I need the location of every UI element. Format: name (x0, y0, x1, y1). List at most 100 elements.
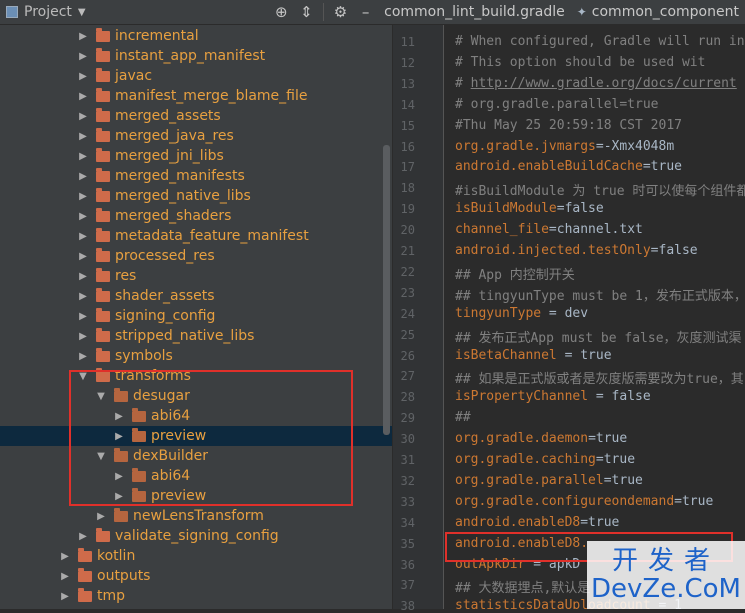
line-number: 29 (400, 411, 415, 426)
chevron-right-icon[interactable]: ▶ (78, 311, 88, 322)
comment-text: # This option should be used wit (455, 54, 706, 70)
tree-row-label: outputs (97, 568, 151, 584)
line-number: 32 (400, 473, 415, 488)
chevron-right-icon[interactable]: ▶ (78, 111, 88, 122)
chevron-right-icon[interactable]: ▶ (78, 231, 88, 242)
comment-text: ## 如果是正式版或者是灰度版需要改为true，其 (455, 372, 744, 388)
chevron-right-icon[interactable]: ▶ (60, 591, 70, 602)
tree-row[interactable]: ▶ merged_assets (0, 106, 392, 126)
tree-row[interactable]: ▶ javac (0, 66, 392, 86)
tree-row[interactable]: ▶ shader_assets (0, 286, 392, 306)
gear-icon[interactable]: ⚙ (328, 3, 353, 21)
editor-tab-common-component[interactable]: ✦ common_component (571, 0, 745, 24)
tree-row[interactable]: ▶ processed_res (0, 246, 392, 266)
chevron-right-icon[interactable]: ▶ (78, 251, 88, 262)
property-key: android.enableBuildCache (455, 159, 643, 175)
code-line[interactable]: org.gradle.configureondemand=true (455, 494, 713, 509)
chevron-right-icon[interactable]: ▶ (60, 551, 70, 562)
tree-row[interactable]: ▶ tmp (0, 586, 392, 606)
tree-row[interactable]: ▶ merged_java_res (0, 126, 392, 146)
code-line[interactable]: ## 发布正式App must be false，灰度测试渠 (455, 327, 742, 346)
folder-icon (96, 87, 110, 102)
tree-row[interactable]: ▶ merged_manifests (0, 166, 392, 186)
property-key: android.injected.testOnly (455, 243, 651, 258)
chevron-right-icon[interactable]: ▶ (78, 91, 88, 102)
chevron-right-icon[interactable]: ▶ (96, 511, 106, 522)
code-line[interactable]: ## 如果是正式版或者是灰度版需要改为true，其 (455, 368, 744, 387)
chevron-right-icon[interactable]: ▶ (78, 171, 88, 182)
chevron-right-icon[interactable]: ▶ (78, 271, 88, 282)
code-line[interactable]: android.injected.testOnly=false (455, 243, 698, 258)
code-line[interactable]: #Thu May 25 20:59:18 CST 2017 (455, 118, 682, 133)
code-line[interactable]: org.gradle.jvmargs=-Xmx4048m (455, 139, 674, 154)
tree-row[interactable]: ▶ validate_signing_config (0, 526, 392, 546)
tree-row[interactable]: ▶ instant_app_manifest (0, 46, 392, 66)
chevron-right-icon[interactable]: ▶ (78, 131, 88, 142)
property-key: org.gradle.jvmargs (455, 138, 596, 154)
folder-icon (96, 207, 110, 222)
tree-row[interactable]: ▶ merged_native_libs (0, 186, 392, 206)
tree-row[interactable]: ▶ res (0, 266, 392, 286)
tree-row[interactable]: ▶ outputs (0, 566, 392, 586)
code-line[interactable]: # When configured, Gradle will run in (455, 34, 745, 49)
folder-icon (96, 127, 110, 142)
collapse-all-icon[interactable]: ⇕ (294, 3, 319, 21)
code-line[interactable]: org.gradle.daemon=true (455, 431, 627, 446)
code-line[interactable]: # http://www.gradle.org/docs/current (455, 76, 737, 91)
tree-row[interactable]: ▶ manifest_merge_blame_file (0, 86, 392, 106)
code-line[interactable]: isBetaChannel = true (455, 348, 612, 363)
property-value: =channel.txt (548, 222, 643, 238)
chevron-right-icon[interactable]: ▶ (78, 51, 88, 62)
chevron-right-icon[interactable]: ▶ (78, 71, 88, 82)
chevron-right-icon[interactable]: ▶ (60, 571, 70, 582)
locate-target-icon[interactable]: ⊕ (269, 3, 294, 21)
chevron-right-icon[interactable]: ▶ (78, 211, 88, 222)
code-line[interactable]: tingyunType = dev (455, 306, 588, 321)
code-line[interactable]: ## 大数据埋点,默认是 (455, 577, 590, 596)
code-line[interactable]: android.enableD8=true (455, 515, 619, 530)
tree-row-label: merged_native_libs (115, 188, 251, 204)
code-editor[interactable]: # When configured, Gradle will run in # T… (444, 25, 745, 609)
code-line[interactable]: ## tingyunType must be 1，发布正式版本， (455, 285, 745, 304)
code-line[interactable]: isBuildModule=false (455, 201, 604, 216)
tree-row[interactable]: ▶ incremental (0, 26, 392, 46)
chevron-right-icon[interactable]: ▶ (78, 351, 88, 362)
tree-row[interactable]: ▶ merged_shaders (0, 206, 392, 226)
line-number: 14 (400, 97, 415, 112)
folder-icon (96, 27, 110, 42)
code-line[interactable]: org.gradle.caching=true (455, 452, 635, 467)
code-line[interactable]: org.gradle.parallel=true (455, 473, 643, 488)
chevron-right-icon[interactable]: ▶ (78, 331, 88, 342)
chevron-right-icon[interactable]: ▶ (78, 291, 88, 302)
tree-row-label: shader_assets (115, 288, 215, 304)
tree-scrollbar[interactable] (383, 145, 390, 435)
chevron-right-icon[interactable]: ▶ (78, 531, 88, 542)
line-number: 30 (400, 432, 415, 447)
project-view-selector[interactable]: Project ▼ (0, 0, 269, 24)
tree-row[interactable]: ▶ merged_jni_libs (0, 146, 392, 166)
hide-panel-icon[interactable]: – (353, 3, 378, 21)
tree-row[interactable]: ▶ newLensTransform (0, 506, 392, 526)
chevron-right-icon[interactable]: ▶ (78, 31, 88, 42)
code-line[interactable]: android.enableBuildCache=true (455, 159, 682, 174)
project-tree[interactable]: ▶ incremental ▶ instant_app_manifest ▶ javac ▶… (0, 25, 392, 609)
code-line[interactable]: isPropertyChannel = false (455, 389, 651, 404)
code-line[interactable]: # This option should be used wit (455, 55, 705, 70)
code-line[interactable]: #isBuildModule 为 true 时可以使每个组件都 (455, 180, 745, 199)
editor-tab-common-lint-build[interactable]: common_lint_build.gradle (378, 0, 571, 24)
code-line[interactable]: channel_file=channel.txt (455, 222, 643, 237)
chevron-right-icon[interactable]: ▶ (78, 191, 88, 202)
url-link[interactable]: http://www.gradle.org/docs/current (471, 76, 737, 91)
chevron-right-icon[interactable]: ▶ (78, 151, 88, 162)
tree-row[interactable]: ▶ stripped_native_libs (0, 326, 392, 346)
property-value: =true (595, 452, 636, 467)
code-line[interactable]: # org.gradle.parallel=true (455, 97, 659, 112)
code-line[interactable]: ## (455, 410, 471, 425)
comment-text: ## (455, 410, 471, 426)
tree-row[interactable]: ▶ kotlin (0, 546, 392, 566)
code-line[interactable]: ## App 内控制开关 (455, 264, 575, 283)
tree-row[interactable]: ▶ metadata_feature_manifest (0, 226, 392, 246)
tree-row[interactable]: ▶ signing_config (0, 306, 392, 326)
tree-row[interactable]: ▶ symbols (0, 346, 392, 366)
chevron-down-icon: ▼ (77, 6, 86, 18)
